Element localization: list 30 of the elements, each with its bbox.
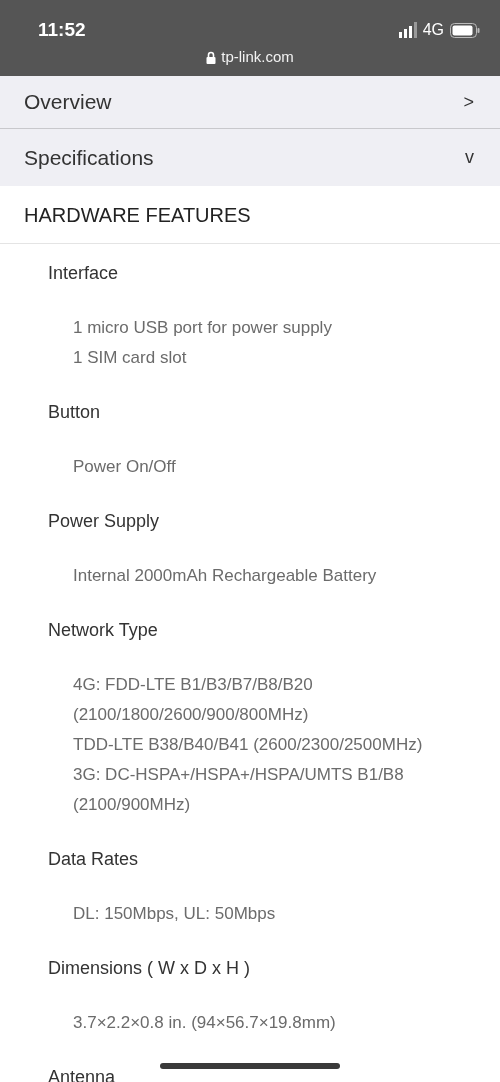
signal-icon xyxy=(398,22,417,38)
spec-value: (2100/900MHz) xyxy=(73,794,192,816)
url-text[interactable]: tp-link.com xyxy=(221,47,294,67)
chevron-icon: v xyxy=(465,144,474,171)
spec-name: Data Rates xyxy=(48,848,139,871)
spec-value: 3.7×2.2×0.8 in. (94×56.7×19.8mm) xyxy=(73,1012,337,1034)
clock: 11:52 xyxy=(38,18,86,42)
section-heading: HARDWARE FEATURES xyxy=(0,186,500,244)
spec-value: Power On/Off xyxy=(73,456,177,478)
accordion-label: Overview xyxy=(24,89,112,116)
spec-value: 3G: DC-HSPA+/HSPA+/HSPA/UMTS B1/B8 xyxy=(73,764,405,786)
battery-icon xyxy=(450,22,480,38)
spec-value: DL: 150Mbps, UL: 50Mbps xyxy=(73,903,277,925)
spec-value: (2100/1800/2600/900/800MHz) xyxy=(73,704,310,726)
chevron-icon: > xyxy=(463,88,474,116)
spec-name: Interface xyxy=(48,262,119,285)
accordion-header[interactable]: Specifications v xyxy=(0,128,500,186)
spec-name: Power Supply xyxy=(48,510,160,533)
spec-value: TDD-LTE B38/B40/B41 (2600/2300/2500MHz) xyxy=(73,734,424,756)
lock-icon xyxy=(206,50,217,64)
spec-name: Button xyxy=(48,401,101,424)
spec-name: Dimensions ( W x D x H ) xyxy=(48,957,251,980)
spec-value: 4G: FDD-LTE B1/B3/B7/B8/B20 xyxy=(73,674,314,696)
spec-name: Network Type xyxy=(48,619,158,642)
network-type: 4G xyxy=(422,20,444,40)
accordion-label: Specifications xyxy=(24,144,154,171)
spec-value: 1 micro USB port for power supply xyxy=(73,317,333,339)
accordion-header[interactable]: Overview > xyxy=(0,76,500,128)
spec-value: Internal 2000mAh Rechargeable Battery xyxy=(73,565,378,587)
spec-value: 1 SIM card slot xyxy=(73,347,188,369)
